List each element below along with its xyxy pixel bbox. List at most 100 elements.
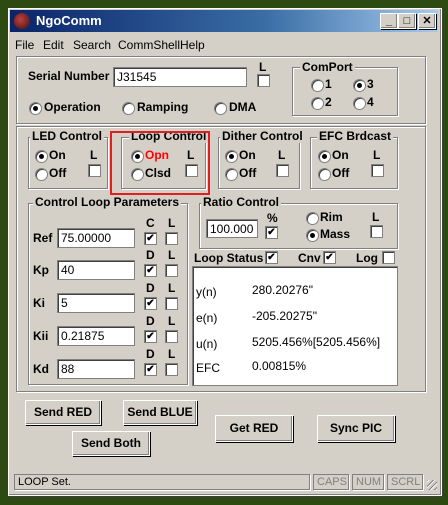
ramping-radio[interactable] [122, 102, 135, 115]
status-yn-value: 280.20276" [252, 283, 313, 297]
led-off-radio[interactable] [35, 168, 48, 181]
param-kii-l-checkbox[interactable] [165, 330, 178, 343]
dma-radio[interactable] [214, 102, 227, 115]
status-en-label: e(n) [196, 311, 218, 325]
status-yn-label: y(n) [196, 285, 217, 299]
param-ki-checkbox[interactable]: ✔ [144, 297, 157, 310]
dither-control-group [218, 137, 300, 189]
param-ki-input[interactable]: 5 [57, 293, 135, 313]
dither-off-label: Off [239, 166, 257, 180]
ratio-l-checkbox[interactable] [370, 225, 383, 238]
comport-2-label: 2 [325, 95, 332, 109]
comport-4-label: 4 [367, 95, 374, 109]
param-kd-l-checkbox[interactable] [165, 363, 178, 376]
led-on-radio[interactable] [35, 150, 48, 163]
led-l-checkbox[interactable] [88, 164, 101, 177]
efc-on-radio[interactable] [318, 150, 331, 163]
scrl-indicator: SCRL [387, 474, 423, 490]
comport-title: ComPort [300, 60, 355, 74]
param-kp-input[interactable]: 40 [57, 260, 135, 280]
param-kii-l-label: L [168, 314, 176, 328]
operation-radio[interactable] [29, 102, 42, 115]
serial-number-input[interactable]: J31545 [113, 67, 247, 87]
param-kii-checkbox[interactable]: ✔ [144, 330, 157, 343]
menu-search[interactable]: Search [73, 38, 111, 52]
dither-off-radio[interactable] [225, 168, 238, 181]
status-efc-label: EFC [196, 361, 220, 375]
send-both-button[interactable]: Send Both [72, 431, 150, 456]
led-off-label: Off [49, 166, 67, 180]
mass-label: Mass [320, 227, 351, 241]
window-title: NgoComm [36, 13, 102, 28]
minimize-button[interactable]: _ [380, 13, 398, 29]
param-kp-checkbox[interactable]: ✔ [144, 264, 157, 277]
dither-on-radio[interactable] [225, 150, 238, 163]
param-ki-col-label: D [146, 281, 155, 295]
menu-file[interactable]: File [15, 38, 34, 52]
send-blue-button[interactable]: Send BLUE [123, 400, 197, 425]
status-message: LOOP Set. [14, 474, 310, 490]
comport-1-radio[interactable] [311, 79, 324, 92]
log-checkbox[interactable] [382, 251, 395, 264]
cnv-label: Cnv [298, 251, 321, 265]
maximize-button[interactable]: □ [398, 13, 416, 29]
loop-status-checkbox[interactable]: ✔ [265, 251, 278, 264]
dma-label: DMA [229, 100, 257, 114]
menu-commshell[interactable]: CommShell [118, 38, 180, 52]
status-un-value: 5205.456%[5205.456%] [252, 335, 381, 349]
param-ref-input[interactable]: 75.00000 [57, 228, 135, 248]
comport-3-radio[interactable] [353, 79, 366, 92]
efc-off-radio[interactable] [318, 168, 331, 181]
status-un-label: u(n) [196, 337, 218, 351]
menu-edit[interactable]: Edit [43, 38, 64, 52]
mass-radio[interactable] [306, 229, 319, 242]
param-kp-label: Kp [33, 263, 49, 277]
param-ki-l-checkbox[interactable] [165, 297, 178, 310]
operation-label: Operation [44, 100, 101, 114]
ratio-input[interactable]: 100.000 [206, 219, 258, 238]
cnv-checkbox[interactable]: ✔ [323, 251, 336, 264]
send-red-button[interactable]: Send RED [25, 400, 101, 425]
param-kii-input[interactable]: 0.21875 [57, 326, 135, 346]
comport-3-label: 3 [367, 77, 374, 91]
comport-1-label: 1 [325, 77, 332, 91]
close-button[interactable]: ✕ [418, 13, 436, 29]
param-kd-col-label: D [146, 347, 155, 361]
serial-l-checkbox[interactable] [257, 74, 270, 87]
comport-4-radio[interactable] [353, 97, 366, 110]
caps-indicator: CAPS [313, 474, 349, 490]
led-on-label: On [49, 148, 66, 162]
rim-radio[interactable] [306, 212, 319, 225]
efc-l-checkbox[interactable] [371, 164, 384, 177]
param-kp-l-checkbox[interactable] [165, 264, 178, 277]
param-kd-input[interactable]: 88 [57, 359, 135, 379]
num-indicator: NUM [352, 474, 384, 490]
param-kp-col-label: D [146, 248, 155, 262]
param-kd-l-label: L [168, 347, 176, 361]
serial-l-label: L [259, 60, 267, 74]
param-kd-checkbox[interactable]: ✔ [144, 363, 157, 376]
ramping-label: Ramping [137, 100, 189, 114]
log-label: Log [356, 251, 378, 265]
loop-status-label: Loop Status [194, 251, 264, 265]
efc-on-label: On [332, 148, 349, 162]
efc-brdcast-group [310, 137, 398, 189]
param-kd-label: Kd [33, 362, 49, 376]
ratio-checkbox[interactable]: ✔ [265, 226, 278, 239]
led-l-label: L [90, 148, 98, 162]
param-ref-checkbox[interactable]: ✔ [144, 232, 157, 245]
resize-grip[interactable] [427, 480, 437, 490]
sync-pic-button[interactable]: Sync PIC [317, 415, 395, 442]
param-ref-l-checkbox[interactable] [165, 232, 178, 245]
params-title: Control Loop Parameters [33, 195, 182, 209]
dither-on-label: On [239, 148, 256, 162]
ratio-percent-label: % [267, 211, 278, 225]
get-red-button[interactable]: Get RED [215, 415, 293, 442]
menu-help[interactable]: Help [180, 38, 205, 52]
dither-l-checkbox[interactable] [276, 164, 289, 177]
dither-l-label: L [278, 148, 286, 162]
status-efc-value: 0.00815% [252, 359, 307, 373]
comport-2-radio[interactable] [311, 97, 324, 110]
led-control-title: LED Control [30, 129, 104, 143]
param-ki-l-label: L [168, 281, 176, 295]
